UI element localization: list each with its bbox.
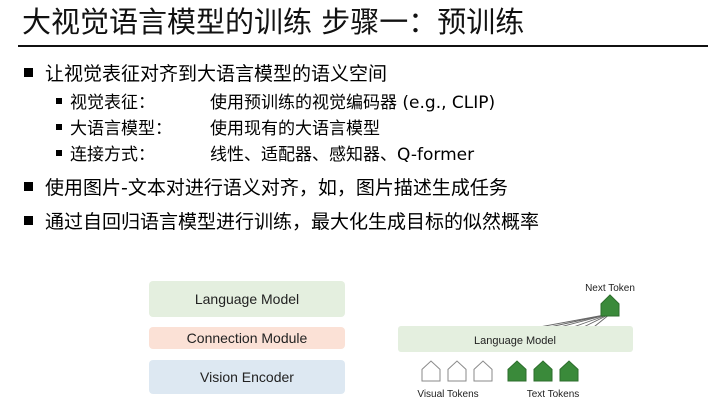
token-diagram: Language Model Next Token Visual Tokens … (398, 283, 635, 400)
visual-token (447, 360, 467, 382)
visual-tokens-label: Visual Tokens (417, 389, 478, 400)
next-token-label: Next Token (585, 283, 635, 294)
visual-token (473, 360, 493, 382)
text-token (507, 360, 527, 382)
visual-token (421, 360, 441, 382)
language-model-bar-label: Language Model (474, 335, 556, 347)
text-token (559, 360, 579, 382)
text-token (533, 360, 553, 382)
text-tokens-label: Text Tokens (527, 389, 580, 400)
next-token (600, 294, 620, 317)
